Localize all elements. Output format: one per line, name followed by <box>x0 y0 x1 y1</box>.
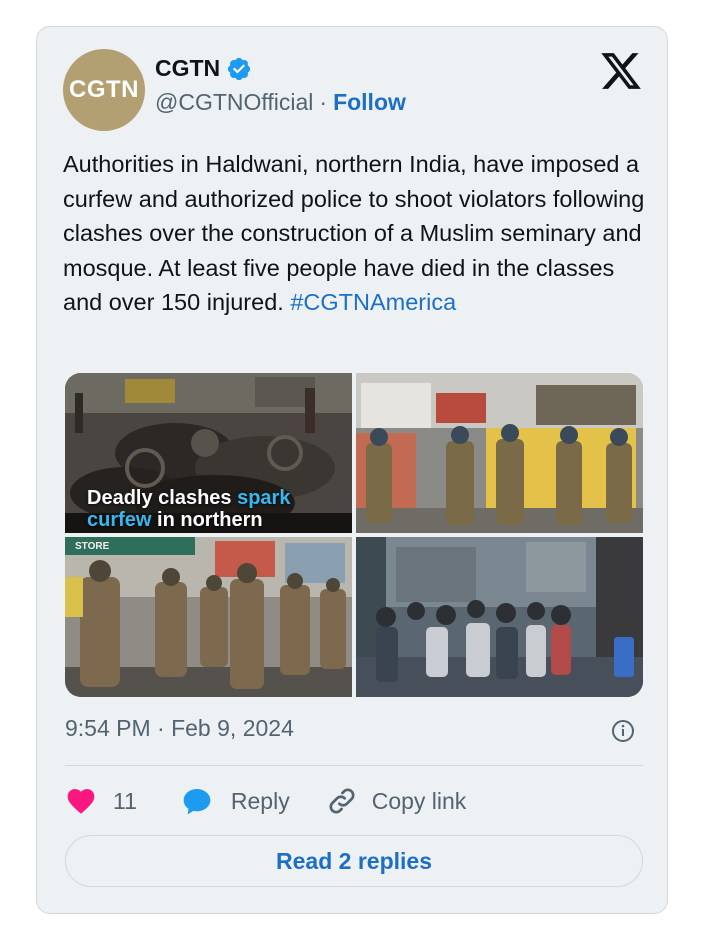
crowd-clash-image <box>356 537 643 697</box>
heart-icon <box>67 789 95 814</box>
link-icon <box>329 788 355 814</box>
reply-bubble-icon <box>183 789 211 815</box>
author-name-row: CGTN <box>155 55 252 82</box>
tweet-timestamp[interactable]: 9:54 PM · Feb 9, 2024 <box>65 715 294 742</box>
author-handle[interactable]: @CGTNOfficial <box>155 89 313 116</box>
media-overlay-title: Deadly clashes spark curfew in northern <box>87 487 290 531</box>
media-photo-police-barricade[interactable] <box>356 373 643 533</box>
media-photo-crowd-clash[interactable] <box>356 537 643 697</box>
overlay-text-part1: Deadly clashes <box>87 487 238 509</box>
media-photo-soldiers-marching[interactable]: STORE <box>65 537 352 697</box>
store-sign-text: STORE <box>75 541 110 552</box>
reply-button[interactable]: Reply <box>181 785 290 817</box>
info-icon[interactable] <box>611 719 635 743</box>
tweet-text: Authorities in Haldwani, northern India,… <box>63 147 649 320</box>
avatar-logo-text: CGTN <box>69 76 139 103</box>
copy-link-button[interactable]: Copy link <box>326 785 467 817</box>
author-display-name[interactable]: CGTN <box>155 55 220 82</box>
soldiers-marching-image <box>65 537 352 697</box>
overlay-text-accent: spark <box>237 487 291 509</box>
x-logo-icon[interactable] <box>599 49 643 93</box>
media-grid[interactable]: Deadly clashes spark curfew in northern <box>65 373 643 697</box>
copy-link-label: Copy link <box>371 787 467 814</box>
follow-button[interactable]: Follow <box>333 89 406 116</box>
media-photo-burned-vehicles[interactable]: Deadly clashes spark curfew in northern <box>65 373 352 533</box>
separator-dot: · <box>319 89 328 115</box>
verified-badge-icon <box>228 57 251 80</box>
police-barricade-image <box>356 373 643 533</box>
like-button[interactable]: 11 <box>65 785 137 817</box>
overlay-text-line2-rest: in northern <box>151 509 263 531</box>
like-count: 11 <box>113 787 137 814</box>
read-replies-button[interactable]: Read 2 replies <box>65 835 643 887</box>
divider <box>65 765 643 766</box>
overlay-text-line2-accent: curfew <box>87 509 152 531</box>
tweet-actions: 11 Reply Copy link <box>65 783 466 819</box>
hashtag-link[interactable]: #CGTNAmerica <box>290 289 456 315</box>
reply-label: Reply <box>230 787 290 814</box>
tweet-card: CGTN CGTN @CGTNOfficial · Follow Authori… <box>36 26 668 914</box>
author-handle-row: @CGTNOfficial · Follow <box>155 89 406 116</box>
avatar[interactable]: CGTN <box>63 49 145 131</box>
